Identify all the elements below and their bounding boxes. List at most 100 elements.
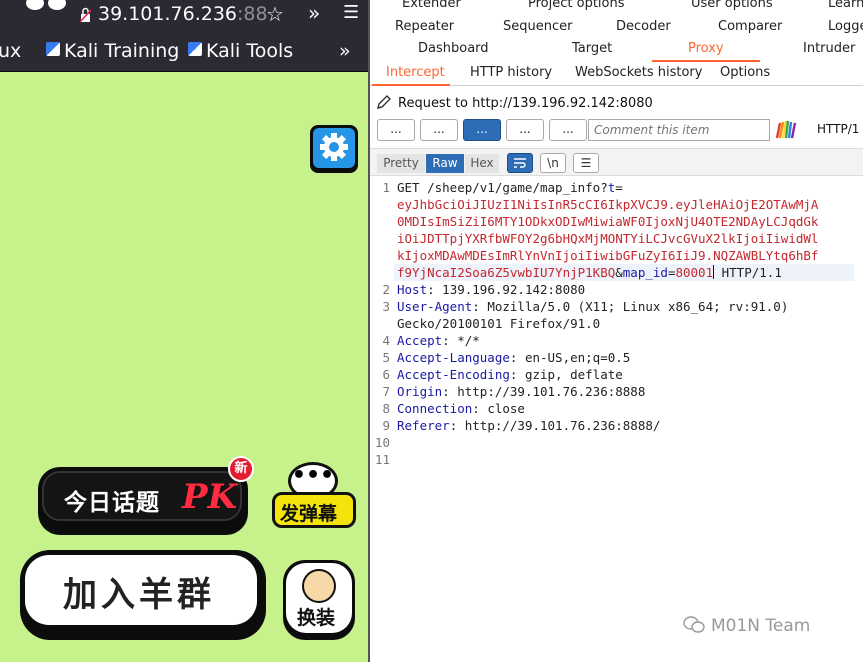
- change-skin-label: 换装: [297, 607, 336, 629]
- header-name: User-Agent: [397, 299, 473, 314]
- url-host: 39.101.76.236: [98, 3, 238, 25]
- highlight-color-icon[interactable]: [775, 120, 797, 140]
- param-key: map_id: [622, 265, 668, 280]
- url-text[interactable]: 39.101.76.236:88: [98, 3, 268, 25]
- bookmark-item-linux[interactable]: ux: [0, 40, 21, 62]
- overflow-chevron-icon[interactable]: »: [308, 1, 320, 25]
- line-number: 1: [382, 180, 390, 195]
- topic-pk-button[interactable]: 今日话题 PK: [38, 467, 248, 535]
- tab-logger[interactable]: Logge: [828, 19, 863, 34]
- tab-target[interactable]: Target: [572, 41, 612, 56]
- editor-menu-button[interactable]: ☰: [573, 153, 599, 173]
- bookmarks-bar: ux Kali Training Kali Tools »: [0, 32, 368, 72]
- http-version-text: HTTP/1.1: [714, 265, 782, 280]
- view-pretty-button[interactable]: Pretty: [377, 154, 425, 173]
- line-number: 3: [382, 299, 390, 314]
- settings-button[interactable]: [310, 125, 358, 173]
- jwt-token-line: iOiJDTTpjYXRfbWFOY2g6bHQxMjMONTYiLCJvcGV…: [397, 231, 819, 246]
- header-value: close: [479, 401, 525, 416]
- tab-repeater[interactable]: Repeater: [395, 19, 454, 34]
- subtab-options[interactable]: Options: [720, 65, 770, 80]
- danmu-label: 发弹幕: [280, 503, 338, 525]
- comment-input[interactable]: [588, 119, 770, 141]
- danmu-button[interactable]: ••• 发弹幕: [270, 462, 356, 534]
- line-number: 6: [382, 367, 390, 382]
- subtab-websockets-history[interactable]: WebSockets history: [575, 65, 702, 80]
- tab-proxy-label: Proxy: [688, 41, 724, 56]
- subtab-intercept[interactable]: Intercept: [372, 62, 450, 86]
- tab-extender[interactable]: Extender: [402, 0, 461, 11]
- drop-button[interactable]: ...: [420, 119, 458, 141]
- subtab-http-history[interactable]: HTTP history: [470, 65, 552, 80]
- line-number: 10: [374, 435, 390, 450]
- tab-sequencer[interactable]: Sequencer: [503, 19, 572, 34]
- header-value: */*: [449, 333, 480, 348]
- tab-proxy[interactable]: Proxy: [652, 38, 760, 62]
- topic-pk-label: 今日话题: [64, 490, 160, 516]
- open-browser-button[interactable]: ...: [549, 119, 587, 141]
- http-version-label: HTTP/1: [817, 122, 860, 136]
- jwt-token-line: f9YjNcaI2Soa6Z5vwbIU7YnjP1KBQ: [397, 265, 616, 280]
- action-button[interactable]: ...: [506, 119, 544, 141]
- header-name: Host: [397, 282, 428, 297]
- editor-toolbar: Pretty Raw Hex \n ☰: [370, 148, 863, 176]
- line-number: 5: [382, 350, 390, 365]
- bookmarks-overflow-icon[interactable]: »: [339, 40, 351, 62]
- join-group-label: 加入羊群: [63, 575, 215, 615]
- forward-button[interactable]: ...: [377, 119, 415, 141]
- line-number: 9: [382, 418, 390, 433]
- gear-icon: [320, 133, 348, 161]
- tab-user-options[interactable]: User options: [691, 0, 773, 11]
- hamburger-menu-icon[interactable]: ☰: [343, 2, 359, 23]
- tab-learn[interactable]: Learn: [828, 0, 863, 11]
- sub-tab-strip: Intercept HTTP history WebSockets histor…: [370, 62, 863, 86]
- main-tab-strip: Extender Project options User options Le…: [370, 0, 863, 62]
- show-newlines-button[interactable]: \n: [540, 153, 566, 173]
- lock-icon: [80, 7, 91, 23]
- sheep-face-icon: [302, 569, 336, 603]
- new-badge: 新: [228, 456, 254, 482]
- wrap-icon: [514, 158, 526, 168]
- line-number: 4: [382, 333, 390, 348]
- kali-icon: [188, 42, 202, 56]
- tab-comparer[interactable]: Comparer: [718, 19, 782, 34]
- intercept-toggle-button[interactable]: ...: [463, 119, 501, 141]
- sheep-favicon: [26, 0, 44, 10]
- jwt-token-line: 0MDIsImSiZiI6MTY1ODkxODIwMiwiaWF0IjoxNjU…: [397, 214, 819, 229]
- pencil-icon[interactable]: [376, 94, 392, 110]
- url-bar[interactable]: 39.101.76.236:88 ☆ » ☰: [0, 0, 368, 32]
- header-line: Referer: http://39.101.76.236:8888/: [397, 418, 661, 433]
- param-map-id-value: 80001: [675, 265, 714, 280]
- tab-dashboard[interactable]: Dashboard: [418, 41, 489, 56]
- header-name: Accept: [397, 333, 443, 348]
- join-group-button[interactable]: 加入羊群: [20, 550, 266, 640]
- bookmark-label: Kali Training: [64, 40, 180, 62]
- change-skin-button[interactable]: 换装: [283, 560, 355, 640]
- header-name: Referer: [397, 418, 450, 433]
- kali-icon: [46, 42, 60, 56]
- tab-decoder[interactable]: Decoder: [616, 19, 671, 34]
- bookmark-item-kali-tools[interactable]: Kali Tools: [188, 40, 293, 62]
- header-name: Accept-Language: [397, 350, 510, 365]
- sheep-favicon-2: [48, 0, 66, 10]
- hamburger-icon: ☰: [580, 156, 592, 170]
- line-number: 7: [382, 384, 390, 399]
- bookmark-item-kali-training[interactable]: Kali Training: [46, 40, 179, 62]
- header-line: Connection: close: [397, 401, 525, 416]
- request-line: GET /sheep/v1/game/map_info?t=: [397, 180, 623, 195]
- bookmark-star-icon[interactable]: ☆: [266, 2, 284, 26]
- view-raw-button[interactable]: Raw: [426, 154, 464, 173]
- tab-project-options[interactable]: Project options: [528, 0, 625, 11]
- bookmark-label: Kali Tools: [206, 40, 294, 62]
- request-editor[interactable]: 1 2 3 4 5 6 7 8 9 10 11 GET /sheep/v1/ga…: [370, 176, 863, 662]
- header-line: Origin: http://39.101.76.236:8888: [397, 384, 646, 399]
- tab-intruder[interactable]: Intruder: [803, 41, 855, 56]
- line-number-gutter: 1 2 3 4 5 6 7 8 9 10 11: [370, 176, 392, 662]
- watermark-text: M01N Team: [711, 616, 811, 636]
- url-port: :88: [237, 3, 268, 25]
- param-amp: &: [615, 265, 623, 280]
- jwt-token-line: kIjoxMDAwMDEsImRlYnVnIjoiIiwibGFuZyI6IiJ…: [397, 248, 819, 263]
- header-value: gzip, deflate: [517, 367, 623, 382]
- view-hex-button[interactable]: Hex: [465, 154, 499, 173]
- wrap-lines-button[interactable]: [507, 153, 533, 173]
